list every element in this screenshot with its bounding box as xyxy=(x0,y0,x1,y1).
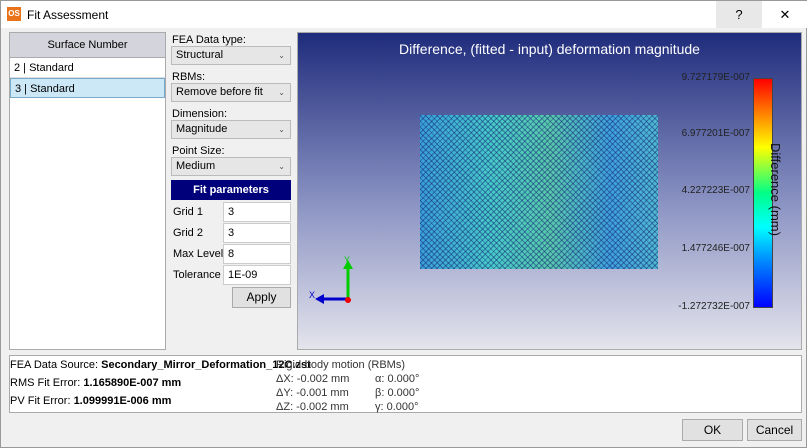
axis-y-label: Y xyxy=(344,255,350,265)
window-title: Fit Assessment xyxy=(27,8,109,22)
max-level-label: Max Level xyxy=(173,248,224,260)
fea-type-value: Structural xyxy=(176,49,224,61)
rbm-gamma: γ: 0.000° xyxy=(375,401,419,413)
dimension-select[interactable]: Magnitude ⌄ xyxy=(171,120,291,139)
colorbar-tick: 1.477246E-007 xyxy=(681,243,750,254)
rms-value: 1.165890E-007 mm xyxy=(83,377,182,389)
cancel-button[interactable]: Cancel xyxy=(747,419,802,441)
source-label: FEA Data Source: xyxy=(10,359,102,371)
axis-triad-icon: Y X xyxy=(309,255,353,304)
rbm-title: Rigid-body motion (RBMs) xyxy=(276,359,405,371)
deformation-mesh xyxy=(420,115,658,269)
chevron-down-icon: ⌄ xyxy=(278,162,285,171)
rbm-beta: β: 0.000° xyxy=(375,387,420,399)
tolerance-label: Tolerance xyxy=(173,269,221,281)
ok-button[interactable]: OK xyxy=(682,419,743,441)
chevron-down-icon: ⌄ xyxy=(278,125,285,134)
rbm-dx: ΔX: -0.002 mm xyxy=(276,373,350,385)
point-size-select[interactable]: Medium ⌄ xyxy=(171,157,291,176)
colorbar-tick: 9.727179E-007 xyxy=(681,72,750,83)
surface-list-header[interactable]: Surface Number xyxy=(10,33,165,58)
rms-label: RMS Fit Error: xyxy=(10,377,84,389)
plot-title: Difference, (fitted - input) deformation… xyxy=(399,41,700,57)
rbms-select[interactable]: Remove before fit ⌄ xyxy=(171,83,291,102)
fea-type-select[interactable]: Structural ⌄ xyxy=(171,46,291,65)
colorbar-tick: -1.272732E-007 xyxy=(678,301,750,312)
pv-value: 1.099991E-006 mm xyxy=(73,395,172,407)
rbm-dz: ΔZ: -0.002 mm xyxy=(276,401,349,413)
rbms-value: Remove before fit xyxy=(176,86,263,98)
surface-list[interactable]: Surface Number 2 | Standard 3 | Standard xyxy=(9,32,166,350)
apply-button[interactable]: Apply xyxy=(232,287,291,308)
info-panel: FEA Data Source: Secondary_Mirror_Deform… xyxy=(9,355,802,413)
point-size-value: Medium xyxy=(176,160,216,172)
grid2-label: Grid 2 xyxy=(173,227,203,239)
colorbar-tick: 6.977201E-007 xyxy=(681,128,750,139)
help-button[interactable]: ? xyxy=(716,1,762,28)
list-item-selected[interactable]: 3 | Standard xyxy=(10,78,165,98)
dimension-value: Magnitude xyxy=(176,123,228,135)
colorbar-tick: 4.227223E-007 xyxy=(681,185,750,196)
plot-viewport[interactable]: Difference, (fitted - input) deformation… xyxy=(297,32,802,350)
dimension-label: Dimension: xyxy=(172,108,228,120)
chevron-down-icon: ⌄ xyxy=(278,51,285,60)
max-level-input[interactable]: 8 xyxy=(223,244,291,264)
grid2-input[interactable]: 3 xyxy=(223,223,291,243)
fit-parameters-header: Fit parameters xyxy=(171,180,291,200)
rbm-alpha: α: 0.000° xyxy=(375,373,420,385)
colorbar-label: Difference (mm) xyxy=(768,143,783,236)
app-logo: OS xyxy=(7,7,21,21)
close-button[interactable]: ✕ xyxy=(762,1,807,28)
tolerance-input[interactable]: 1E-09 xyxy=(223,265,291,285)
chevron-down-icon: ⌄ xyxy=(278,88,285,97)
grid1-input[interactable]: 3 xyxy=(223,202,291,222)
axis-x-label: X xyxy=(309,290,315,300)
fea-type-label: FEA Data type: xyxy=(172,34,246,46)
title-bar: OS Fit Assessment ? ✕ xyxy=(1,1,807,28)
point-size-label: Point Size: xyxy=(172,145,225,157)
pv-label: PV Fit Error: xyxy=(10,395,74,407)
list-item[interactable]: 2 | Standard xyxy=(10,58,165,78)
rbm-dy: ΔY: -0.001 mm xyxy=(276,387,349,399)
grid1-label: Grid 1 xyxy=(173,206,203,218)
rbms-label: RBMs: xyxy=(172,71,205,83)
